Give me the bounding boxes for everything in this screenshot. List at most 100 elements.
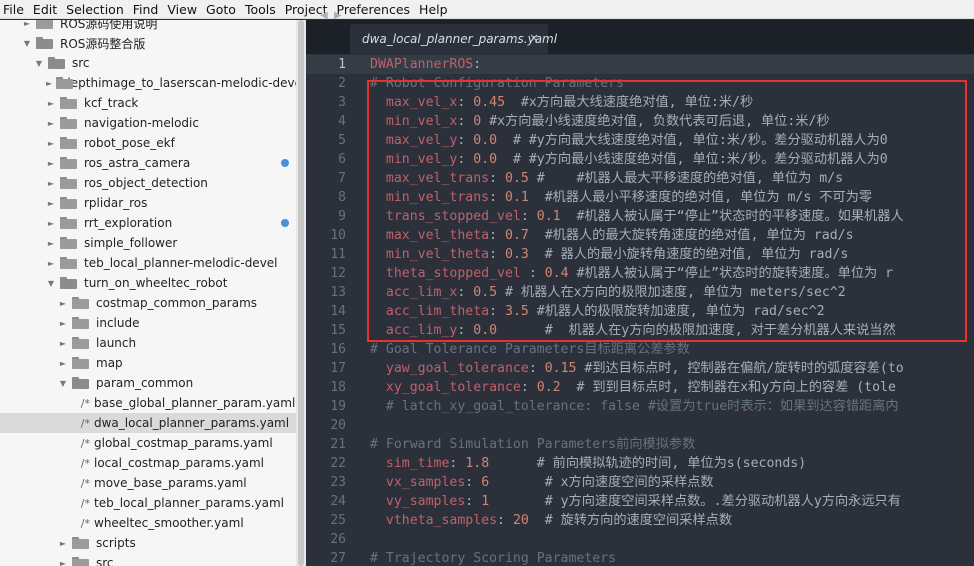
code-line[interactable]: # Trajectory Scoring Parameters bbox=[370, 549, 616, 566]
chevron-right-icon[interactable]: ► bbox=[58, 319, 68, 328]
folder-item[interactable]: ► src bbox=[0, 553, 296, 566]
chevron-right-icon[interactable]: ► bbox=[58, 359, 68, 368]
tab-dwa-local-planner-params[interactable]: dwa_local_planner_params.yaml × bbox=[350, 24, 557, 54]
code-line[interactable]: min_vel_theta: 0.3 # 器人的最小旋转角速度的绝对值, 单位为… bbox=[370, 245, 848, 264]
chevron-right-icon[interactable]: ► bbox=[58, 339, 68, 348]
file-icon: /* bbox=[80, 496, 90, 510]
chevron-right-icon[interactable]: ► bbox=[46, 159, 56, 168]
file-item[interactable]: /* global_costmap_params.yaml bbox=[0, 433, 296, 453]
code-line[interactable]: min_vel_trans: 0.1 #机器人最小平移速度的绝对值, 单位为 m… bbox=[370, 188, 872, 207]
menu-view[interactable]: View bbox=[164, 0, 203, 19]
folder-item[interactable]: ► launch bbox=[0, 333, 296, 353]
menu-selection[interactable]: Selection bbox=[63, 0, 130, 19]
code-line[interactable]: acc_lim_x: 0.5 # 机器人在x方向的极限加速度, 单位为 mete… bbox=[370, 283, 846, 302]
code-line[interactable]: acc_lim_theta: 3.5 #机器人的极限旋转加速度, 单位为 rad… bbox=[370, 302, 825, 321]
code-line[interactable]: max_vel_theta: 0.7 #机器人的最大旋转角速度的绝对值, 单位为… bbox=[370, 226, 854, 245]
file-item[interactable]: /* wheeltec_smoother.yaml bbox=[0, 513, 296, 533]
menu-help[interactable]: Help bbox=[416, 0, 454, 19]
code-line[interactable]: # latch_xy_goal_tolerance: false #设置为tru… bbox=[370, 397, 899, 416]
folder-icon bbox=[60, 177, 77, 189]
folder-item[interactable]: ► depthimage_to_laserscan-melodic-devel bbox=[0, 73, 296, 93]
yaml-key: min_vel_y bbox=[385, 152, 458, 167]
code-line[interactable]: sim_time: 1.8 # 前向模拟轨迹的时间, 单位为s(seconds) bbox=[370, 454, 806, 473]
chevron-right-icon[interactable]: ► bbox=[46, 219, 56, 228]
menu-file[interactable]: File bbox=[0, 0, 30, 19]
chevron-right-icon[interactable]: ► bbox=[22, 20, 32, 28]
file-item[interactable]: /* teb_local_planner_params.yaml bbox=[0, 493, 296, 513]
chevron-down-icon[interactable]: ▼ bbox=[58, 379, 68, 388]
code-line[interactable]: yaw_goal_tolerance: 0.15 #到达目标点时, 控制器在偏航… bbox=[370, 359, 904, 378]
code-line[interactable]: vtheta_samples: 20 # 旋转方向的速度空间采样点数 bbox=[370, 511, 732, 530]
code-line[interactable]: xy_goal_tolerance: 0.2 # 到到目标点时, 控制器在x和y… bbox=[370, 378, 896, 397]
code-line[interactable]: max_vel_y: 0.0 # #y方向最大线速度绝对值, 单位:米/秒。差分… bbox=[370, 131, 888, 150]
tree-item-label: teb_local_planner_params.yaml bbox=[94, 496, 284, 510]
folder-item[interactable]: ► scripts bbox=[0, 533, 296, 553]
chevron-right-icon[interactable]: ► bbox=[58, 299, 68, 308]
code-line[interactable]: # Forward Simulation Parameters前向模拟参数 bbox=[370, 435, 695, 454]
chevron-right-icon[interactable]: ► bbox=[58, 539, 68, 548]
code-text: #机器人被认属于“停止”状态时的旋转速度。单位为 r bbox=[568, 266, 894, 281]
folder-item[interactable]: ► costmap_common_params bbox=[0, 293, 296, 313]
folder-item[interactable]: ► include bbox=[0, 313, 296, 333]
chevron-down-icon[interactable]: ▼ bbox=[34, 59, 44, 68]
menu-find[interactable]: Find bbox=[130, 0, 165, 19]
nav-back-icon[interactable]: ◀ bbox=[320, 10, 328, 21]
yaml-value: 0.1 bbox=[505, 190, 529, 205]
chevron-right-icon[interactable]: ► bbox=[46, 119, 56, 128]
chevron-right-icon[interactable]: ► bbox=[46, 139, 56, 148]
folder-item[interactable]: ► simple_follower bbox=[0, 233, 296, 253]
code-line[interactable]: DWAPlannerROS: bbox=[370, 55, 481, 74]
code-editor[interactable]: 1 DWAPlannerROS: 2 # Robot Configuration Pa… bbox=[306, 54, 974, 566]
folder-item[interactable]: ► rrt_exploration bbox=[0, 213, 296, 233]
code-line[interactable]: max_vel_trans: 0.5 # #机器人最大平移速度的绝对值, 单位为… bbox=[370, 169, 843, 188]
line-number: 4 bbox=[338, 114, 346, 129]
file-item[interactable]: /* base_global_planner_param.yaml bbox=[0, 393, 296, 413]
folder-item[interactable]: ► rplidar_ros bbox=[0, 193, 296, 213]
code-line[interactable]: min_vel_x: 0 #x方向最小线速度绝对值, 负数代表可后退, 单位:米… bbox=[370, 112, 830, 131]
code-line[interactable]: vx_samples: 6 # x方向速度空间的采样点数 bbox=[370, 473, 714, 492]
folder-item[interactable]: ▼ ROS源码整合版 bbox=[0, 33, 296, 53]
menu-edit[interactable]: Edit bbox=[30, 0, 63, 19]
nav-forward-icon[interactable]: ▶ bbox=[334, 10, 342, 21]
menu-tools[interactable]: Tools bbox=[242, 0, 282, 19]
chevron-right-icon[interactable]: ► bbox=[46, 199, 56, 208]
code-line[interactable]: trans_stopped_vel: 0.1 #机器人被认属于“停止”状态时的平… bbox=[370, 207, 904, 226]
tree-item-label: navigation-melodic bbox=[84, 116, 199, 130]
file-item[interactable]: /* move_base_params.yaml bbox=[0, 473, 296, 493]
folder-item[interactable]: ► robot_pose_ekf bbox=[0, 133, 296, 153]
code-line[interactable]: # Goal Tolerance Parameters目标距离公差参数 bbox=[370, 340, 690, 359]
line-number: 27 bbox=[330, 551, 346, 566]
folder-item[interactable]: ▼ src bbox=[0, 53, 296, 73]
chevron-right-icon[interactable]: ► bbox=[46, 259, 56, 268]
menu-goto[interactable]: Goto bbox=[203, 0, 242, 19]
file-item[interactable]: /* dwa_local_planner_params.yaml bbox=[0, 413, 296, 433]
code-line[interactable]: min_vel_y: 0.0 # #y方向最小线速度绝对值, 单位:米/秒。差分… bbox=[370, 150, 888, 169]
folder-item[interactable]: ► teb_local_planner-melodic-devel bbox=[0, 253, 296, 273]
folder-item[interactable]: ► map bbox=[0, 353, 296, 373]
chevron-right-icon[interactable]: ► bbox=[46, 79, 52, 88]
close-icon[interactable]: × bbox=[529, 31, 539, 45]
folder-item[interactable]: ▼ param_common bbox=[0, 373, 296, 393]
chevron-right-icon[interactable]: ► bbox=[58, 559, 68, 566]
code-line[interactable]: # Robot Configuration Parameters bbox=[370, 74, 624, 93]
folder-item[interactable]: ► ros_astra_camera bbox=[0, 153, 296, 173]
chevron-right-icon[interactable]: ► bbox=[46, 179, 56, 188]
code-line[interactable]: max_vel_x: 0.45 #x方向最大线速度绝对值, 单位:米/秒 bbox=[370, 93, 753, 112]
folder-icon bbox=[72, 317, 89, 329]
folder-item[interactable]: ► kcf_track bbox=[0, 93, 296, 113]
folder-item[interactable]: ► ros_object_detection bbox=[0, 173, 296, 193]
folder-item[interactable]: ▼ turn_on_wheeltec_robot bbox=[0, 273, 296, 293]
folder-item[interactable]: ► navigation-melodic bbox=[0, 113, 296, 133]
chevron-down-icon[interactable]: ▼ bbox=[22, 39, 32, 48]
folder-item[interactable]: ► ROS源码使用说明 bbox=[0, 20, 296, 33]
chevron-right-icon[interactable]: ► bbox=[46, 239, 56, 248]
code-line[interactable]: theta_stopped_vel : 0.4 #机器人被认属于“停止”状态时的… bbox=[370, 264, 893, 283]
code-line[interactable]: vy_samples: 1 # y方向速度空间采样点数。.差分驱动机器人y方向永… bbox=[370, 492, 901, 511]
sidebar-scrollbar-thumb[interactable] bbox=[298, 20, 304, 566]
code-line[interactable]: acc_lim_y: 0.0 # 机器人在y方向的极限加速度, 对于差分机器人来… bbox=[370, 321, 896, 340]
file-item[interactable]: /* local_costmap_params.yaml bbox=[0, 453, 296, 473]
menu-preferences[interactable]: Preferences bbox=[334, 0, 417, 19]
chevron-down-icon[interactable]: ▼ bbox=[46, 279, 56, 288]
chevron-right-icon[interactable]: ► bbox=[46, 99, 56, 108]
yaml-key: vtheta_samples bbox=[385, 513, 498, 528]
